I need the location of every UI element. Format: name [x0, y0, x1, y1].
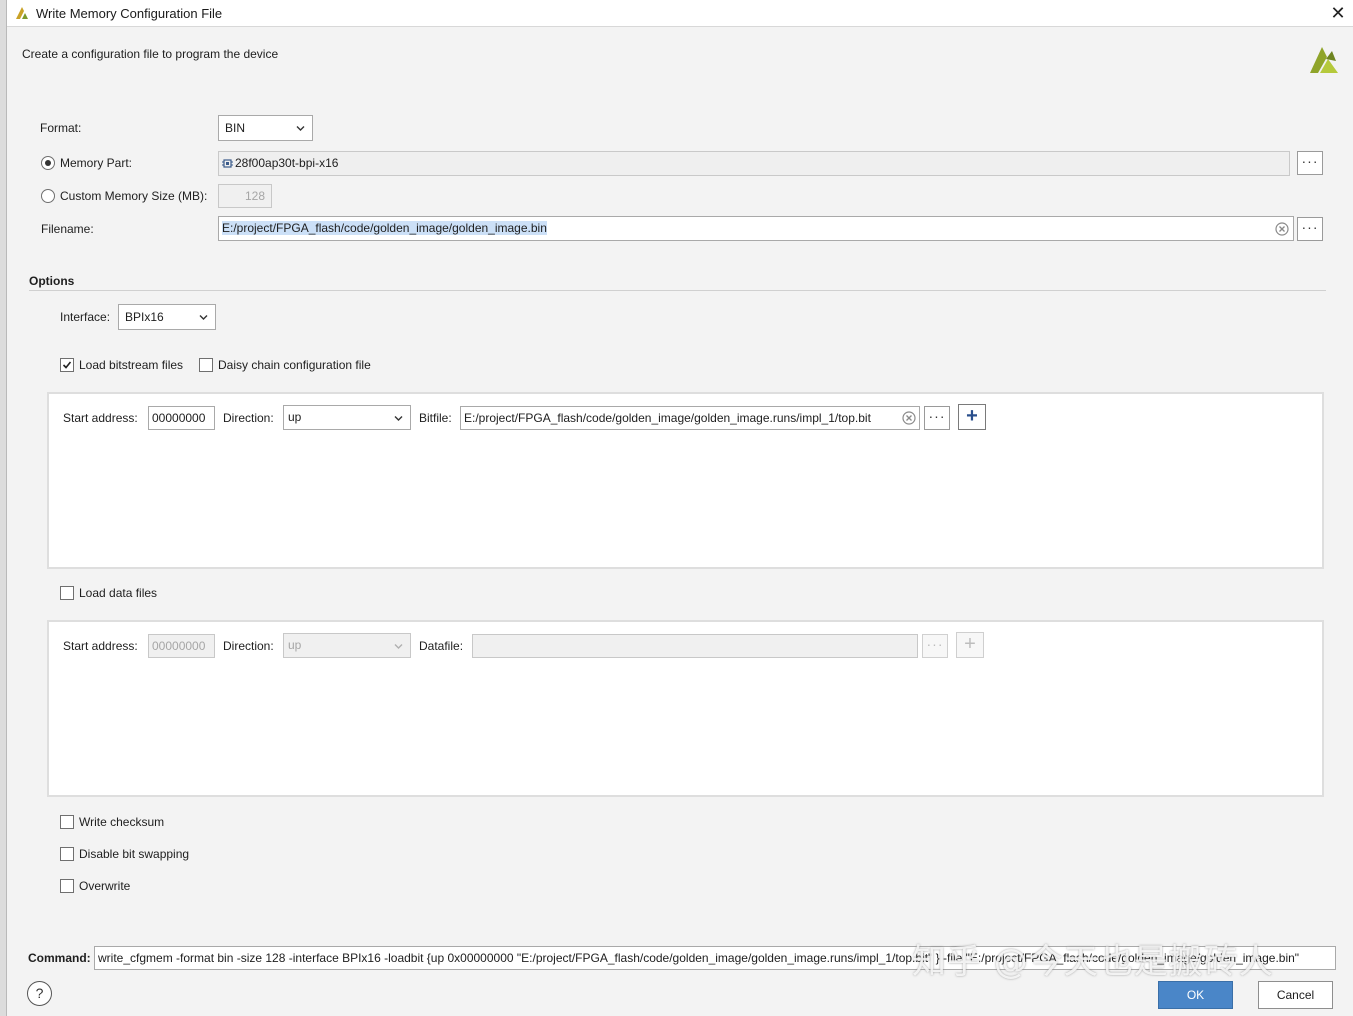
- daisy-chain-checkbox[interactable]: [199, 358, 213, 372]
- bitfile-label: Bitfile:: [419, 411, 452, 425]
- bitstream-start-address-field[interactable]: 00000000: [148, 406, 215, 430]
- ok-button[interactable]: OK: [1158, 981, 1233, 1009]
- xilinx-logo-icon: [1310, 47, 1338, 73]
- write-checksum-checkbox[interactable]: [60, 815, 74, 829]
- memory-part-value: 28f00ap30t-bpi-x16: [235, 156, 339, 170]
- help-button[interactable]: ?: [27, 981, 52, 1006]
- custom-memory-size-field[interactable]: 128: [218, 184, 272, 208]
- bitfile-field[interactable]: E:/project/FPGA_flash/code/golden_image/…: [460, 406, 920, 430]
- interface-label: Interface:: [60, 310, 111, 324]
- overwrite-checkbox[interactable]: [60, 879, 74, 893]
- memory-part-radio[interactable]: [41, 156, 55, 170]
- format-select[interactable]: BIN: [218, 115, 313, 141]
- bitfile-browse-button[interactable]: ···: [924, 406, 950, 430]
- window-title: Write Memory Configuration File: [36, 6, 223, 21]
- data-start-address-field[interactable]: 00000000: [148, 634, 215, 658]
- options-section-title: Options: [29, 274, 75, 288]
- daisy-chain-label: Daisy chain configuration file: [218, 358, 371, 372]
- custom-memory-size-label: Custom Memory Size (MB):: [60, 189, 208, 203]
- checkmark-icon: [62, 361, 72, 369]
- load-bitstream-label: Load bitstream files: [79, 358, 184, 372]
- overwrite-label: Overwrite: [79, 879, 131, 893]
- command-label: Command:: [28, 951, 91, 965]
- bitstream-start-address-label: Start address:: [63, 411, 138, 425]
- format-label: Format:: [40, 121, 82, 135]
- write-checksum-label: Write checksum: [79, 815, 165, 829]
- data-start-address-label: Start address:: [63, 639, 138, 653]
- memory-part-browse-button[interactable]: ···: [1297, 151, 1323, 175]
- bitstream-direction-value: up: [288, 410, 302, 424]
- datafile-browse-button[interactable]: ···: [922, 634, 948, 658]
- add-bitfile-button[interactable]: +: [958, 404, 986, 430]
- interface-select[interactable]: BPIx16: [118, 304, 216, 330]
- chip-icon: [222, 159, 233, 168]
- disable-bit-swapping-checkbox[interactable]: [60, 847, 74, 861]
- bitfile-value: E:/project/FPGA_flash/code/golden_image/…: [464, 411, 871, 425]
- load-data-files-checkbox[interactable]: [60, 586, 74, 600]
- chevron-down-icon: [296, 126, 305, 131]
- memory-part-label: Memory Part:: [60, 156, 133, 170]
- datafile-field[interactable]: [472, 634, 918, 658]
- close-icon[interactable]: ✕: [1327, 2, 1349, 24]
- chevron-down-icon: [199, 315, 208, 320]
- data-direction-label: Direction:: [223, 639, 274, 653]
- chevron-down-icon: [394, 644, 403, 649]
- bitstream-direction-label: Direction:: [223, 411, 274, 425]
- cancel-button[interactable]: Cancel: [1258, 981, 1333, 1009]
- disable-bit-swapping-label: Disable bit swapping: [79, 847, 190, 861]
- vivado-app-icon: [16, 7, 28, 19]
- chevron-down-icon: [394, 416, 403, 421]
- interface-value: BPIx16: [125, 310, 164, 324]
- memory-part-field[interactable]: 28f00ap30t-bpi-x16: [218, 151, 1290, 176]
- clear-icon[interactable]: [902, 411, 916, 425]
- load-data-files-label: Load data files: [79, 586, 158, 600]
- options-divider: [29, 290, 1326, 291]
- load-bitstream-checkbox[interactable]: [60, 358, 74, 372]
- format-value: BIN: [225, 121, 246, 135]
- datafile-label: Datafile:: [419, 639, 464, 653]
- add-datafile-button[interactable]: +: [956, 632, 984, 658]
- filename-value: E:/project/FPGA_flash/code/golden_image/…: [222, 221, 547, 235]
- data-direction-select[interactable]: up: [283, 633, 411, 658]
- background-window-edge: [0, 0, 7, 1016]
- filename-field[interactable]: E:/project/FPGA_flash/code/golden_image/…: [218, 216, 1294, 241]
- title-bar: Write Memory Configuration File ✕: [7, 0, 1353, 27]
- clear-icon[interactable]: [1275, 222, 1289, 236]
- bitstream-direction-select[interactable]: up: [283, 405, 411, 430]
- filename-browse-button[interactable]: ···: [1297, 217, 1323, 241]
- filename-label: Filename:: [41, 222, 94, 236]
- dialog-subtitle: Create a configuration file to program t…: [22, 47, 279, 61]
- custom-memory-size-radio[interactable]: [41, 189, 55, 203]
- command-field[interactable]: write_cfgmem -format bin -size 128 -inte…: [94, 946, 1336, 970]
- data-direction-value: up: [288, 638, 302, 652]
